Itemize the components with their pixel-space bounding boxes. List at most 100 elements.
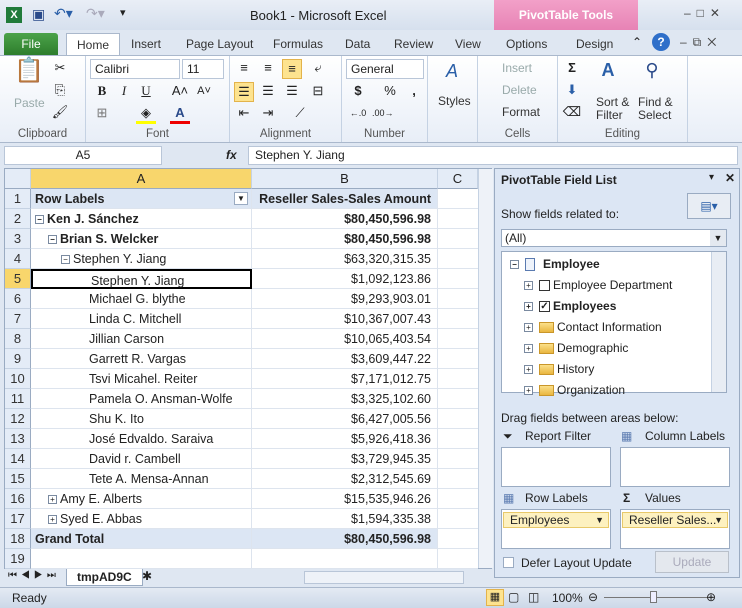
empty-cell[interactable]	[438, 549, 478, 569]
field-tree-item[interactable]: − Employee	[510, 254, 600, 274]
field-checkbox[interactable]: ✓	[539, 301, 550, 313]
filter-dropdown-icon[interactable]: ▼	[234, 192, 248, 205]
column-labels-area[interactable]	[620, 447, 730, 487]
window-controls[interactable]: –□✕	[684, 6, 726, 20]
insert-sheet-icon[interactable]: ✱	[142, 569, 152, 583]
value-cell[interactable]: $3,609,447.22	[252, 349, 438, 369]
customize-qat-icon[interactable]: ▾	[120, 6, 126, 19]
field-tree-item[interactable]: + History	[524, 359, 594, 379]
field-tree-scrollbar[interactable]	[711, 252, 726, 392]
grow-font-icon[interactable]: A˄	[170, 82, 190, 102]
worksheet-grid[interactable]: A B C 1 Row Labels ▼ Reseller Sales-Sales A…	[4, 168, 493, 569]
empty-cell[interactable]	[438, 529, 478, 549]
empty-cell[interactable]	[438, 369, 478, 389]
filter-button[interactable]: Filter	[596, 108, 623, 122]
field-tree-item[interactable]: + Demographic	[524, 338, 628, 358]
row-header[interactable]: 6	[5, 289, 31, 309]
reseller-sales-chip[interactable]: Reseller Sales... ▼	[622, 512, 728, 528]
page-layout-view-icon[interactable]: ▢	[508, 590, 519, 604]
tab-file[interactable]: File	[4, 33, 58, 55]
comma-button[interactable]: ,	[404, 82, 424, 102]
borders-icon[interactable]: ⊞	[92, 104, 112, 124]
expand-icon[interactable]: +	[524, 302, 533, 312]
values-area[interactable]: Reseller Sales... ▼	[620, 509, 730, 549]
field-tree-item[interactable]: + Contact Information	[524, 317, 662, 337]
tab-design[interactable]: Design	[576, 33, 613, 55]
zoom-slider-thumb[interactable]	[650, 591, 657, 603]
values-header[interactable]: Reseller Sales-Sales Amount	[252, 189, 438, 209]
name-box[interactable]: A5	[4, 146, 162, 165]
value-cell[interactable]: $1,594,335.38	[252, 509, 438, 529]
fill-color-icon[interactable]: ◈	[136, 104, 156, 124]
select-all-corner[interactable]	[5, 169, 31, 189]
tab-formulas[interactable]: Formulas	[273, 33, 323, 55]
normal-view-icon[interactable]: ▦	[486, 589, 504, 606]
styles-icon[interactable]: A	[442, 62, 462, 82]
field-checkbox[interactable]	[539, 280, 550, 292]
tab-insert[interactable]: Insert	[131, 33, 161, 55]
font-name-select[interactable]: Calibri	[90, 59, 180, 79]
row-header[interactable]: 14	[5, 449, 31, 469]
copy-icon[interactable]: ⎘	[50, 81, 70, 101]
decrease-decimal-icon[interactable]: .00→	[372, 104, 394, 124]
defer-update-checkbox[interactable]	[503, 557, 514, 568]
formula-input[interactable]: Stephen Y. Jiang	[248, 146, 738, 165]
find-select-icon[interactable]: ⚲	[642, 61, 662, 81]
align-top-icon[interactable]: ≡	[234, 59, 254, 79]
report-filter-area[interactable]	[501, 447, 611, 487]
page-break-view-icon[interactable]: ◫	[528, 590, 539, 604]
align-middle-icon[interactable]: ≡	[258, 59, 278, 79]
value-cell[interactable]: $1,092,123.86	[252, 269, 438, 289]
row-label-cell[interactable]: Linda C. Mitchell	[31, 309, 252, 329]
number-format-select[interactable]: General	[346, 59, 424, 79]
row-label-cell[interactable]: José Edvaldo. Saraiva	[31, 429, 252, 449]
empty-cell[interactable]	[438, 229, 478, 249]
row-label-cell[interactable]: + Syed E. Abbas	[31, 509, 252, 529]
row-header[interactable]: 11	[5, 389, 31, 409]
align-left-icon[interactable]: ☰	[234, 82, 254, 102]
help-icon[interactable]: ?	[652, 33, 670, 51]
autosum-icon[interactable]: Σ	[562, 59, 582, 79]
wrap-text-icon[interactable]: ⤶	[308, 59, 328, 79]
clear-icon[interactable]: ⌫	[562, 103, 582, 123]
empty-cell[interactable]	[438, 469, 478, 489]
tab-data[interactable]: Data	[345, 33, 370, 55]
empty-cell[interactable]	[438, 189, 478, 209]
value-cell[interactable]: $63,320,315.35	[252, 249, 438, 269]
value-cell[interactable]	[252, 549, 438, 569]
tab-page-layout[interactable]: Page Layout	[186, 33, 253, 55]
row-label-cell[interactable]: − Ken J. Sánchez	[31, 209, 252, 229]
font-size-select[interactable]: 11	[182, 59, 224, 79]
pane-menu-icon[interactable]: ▾	[709, 172, 714, 183]
bold-button[interactable]: B	[92, 82, 112, 102]
row-label-cell[interactable]: Tete A. Mensa-Annan	[31, 469, 252, 489]
row-label-cell[interactable]: + Amy E. Alberts	[31, 489, 252, 509]
empty-cell[interactable]	[438, 249, 478, 269]
expand-icon[interactable]: +	[48, 515, 57, 525]
row-header[interactable]: 2	[5, 209, 31, 229]
chevron-down-icon[interactable]: ▼	[710, 230, 726, 246]
redo-icon[interactable]: ↷▾	[86, 5, 105, 22]
row-header[interactable]: 19	[5, 549, 31, 569]
tab-home[interactable]: Home	[66, 33, 121, 55]
sheet-nav-arrows[interactable]: ⏮◀▶⏭	[8, 570, 60, 581]
collapse-icon[interactable]: −	[35, 215, 44, 225]
zoom-in-icon[interactable]: ⊕	[706, 590, 716, 604]
empty-cell[interactable]	[438, 509, 478, 529]
column-header-c[interactable]: C	[438, 169, 478, 189]
row-header[interactable]: 13	[5, 429, 31, 449]
row-label-cell[interactable]: Grand Total	[31, 529, 252, 549]
workbook-controls[interactable]: –⧉✕	[680, 35, 722, 50]
empty-cell[interactable]	[438, 449, 478, 469]
row-header[interactable]: 4	[5, 249, 31, 269]
underline-button[interactable]: U	[136, 82, 156, 102]
percent-button[interactable]: %	[380, 82, 400, 102]
delete-cells-button[interactable]: Delete	[502, 83, 537, 97]
sheet-tab[interactable]: tmpAD9C	[66, 569, 143, 586]
empty-cell[interactable]	[438, 429, 478, 449]
value-cell[interactable]: $5,926,418.36	[252, 429, 438, 449]
row-header[interactable]: 1	[5, 189, 31, 209]
field-tree-item[interactable]: + Employee Department	[524, 275, 672, 295]
row-header[interactable]: 18	[5, 529, 31, 549]
row-labels-area[interactable]: Employees ▼	[501, 509, 611, 549]
